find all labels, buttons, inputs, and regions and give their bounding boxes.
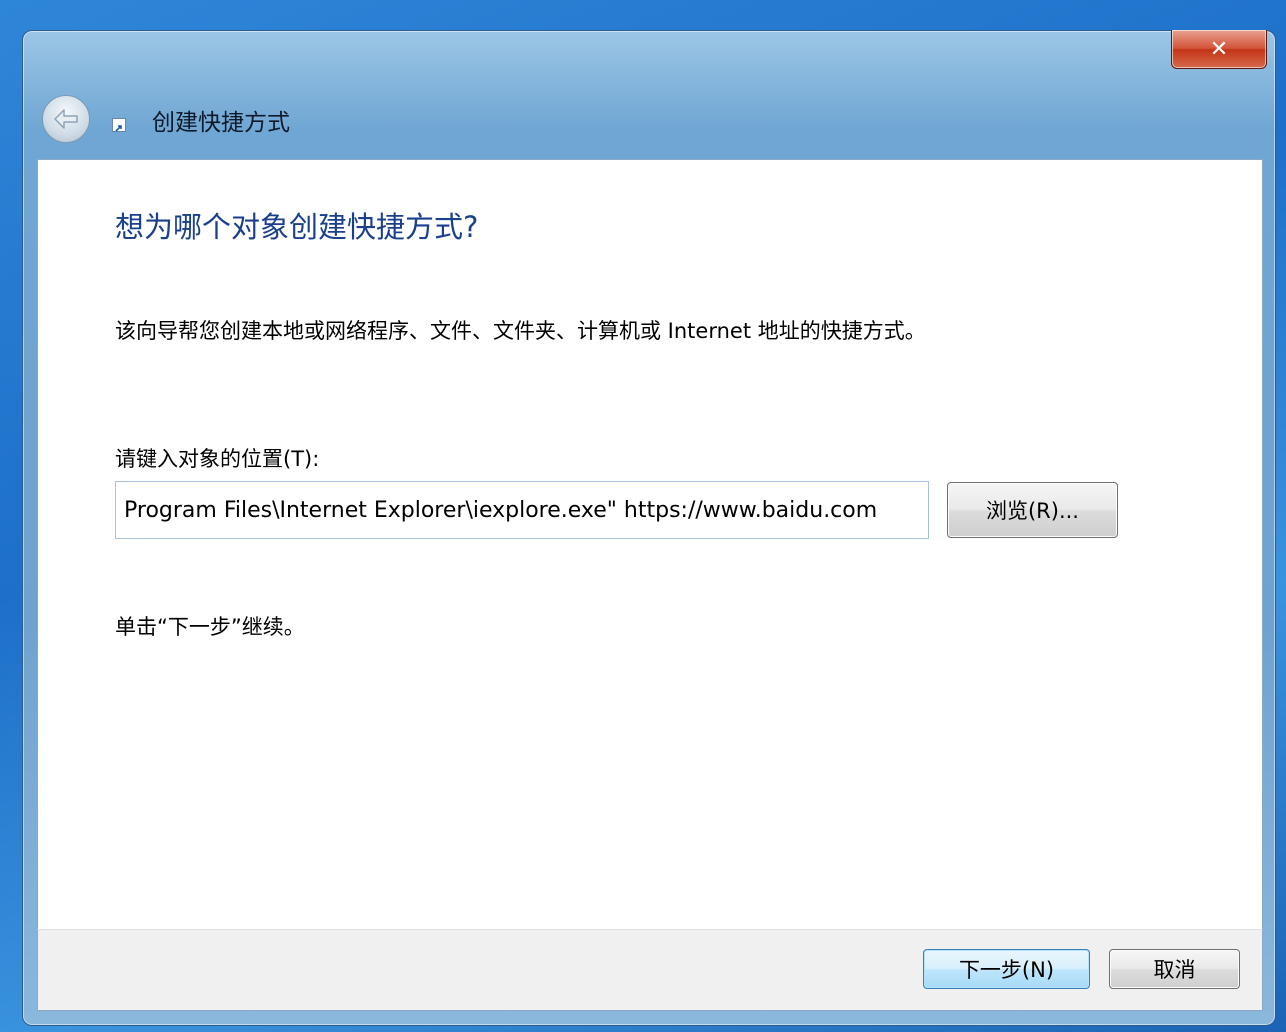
page-heading: 想为哪个对象创建快捷方式?: [115, 210, 479, 244]
back-button[interactable]: [42, 95, 90, 143]
back-arrow-icon: [54, 109, 78, 129]
wizard-description: 该向导帮您创建本地或网络程序、文件、文件夹、计算机或 Internet 地址的快…: [115, 319, 926, 343]
wizard-content: 想为哪个对象创建快捷方式? 该向导帮您创建本地或网络程序、文件、文件夹、计算机或…: [37, 159, 1263, 930]
browse-button[interactable]: 浏览(R)...: [947, 482, 1118, 538]
wizard-footer: 下一步(N) 取消: [37, 929, 1263, 1011]
location-label: 请键入对象的位置(T):: [115, 447, 320, 471]
cancel-button[interactable]: 取消: [1109, 949, 1240, 989]
window-title: 创建快捷方式: [152, 110, 290, 136]
next-button[interactable]: 下一步(N): [923, 949, 1090, 989]
create-shortcut-window: ✕ 创建快捷方式 想为哪个对象创建快捷方式? 该向导帮您创建本地或网络程序、文件…: [22, 30, 1276, 1026]
continue-instruction: 单击“下一步”继续。: [115, 615, 305, 639]
shortcut-icon: [112, 118, 126, 132]
location-input[interactable]: [115, 481, 929, 539]
close-button[interactable]: ✕: [1171, 30, 1267, 69]
close-icon: ✕: [1209, 36, 1229, 62]
